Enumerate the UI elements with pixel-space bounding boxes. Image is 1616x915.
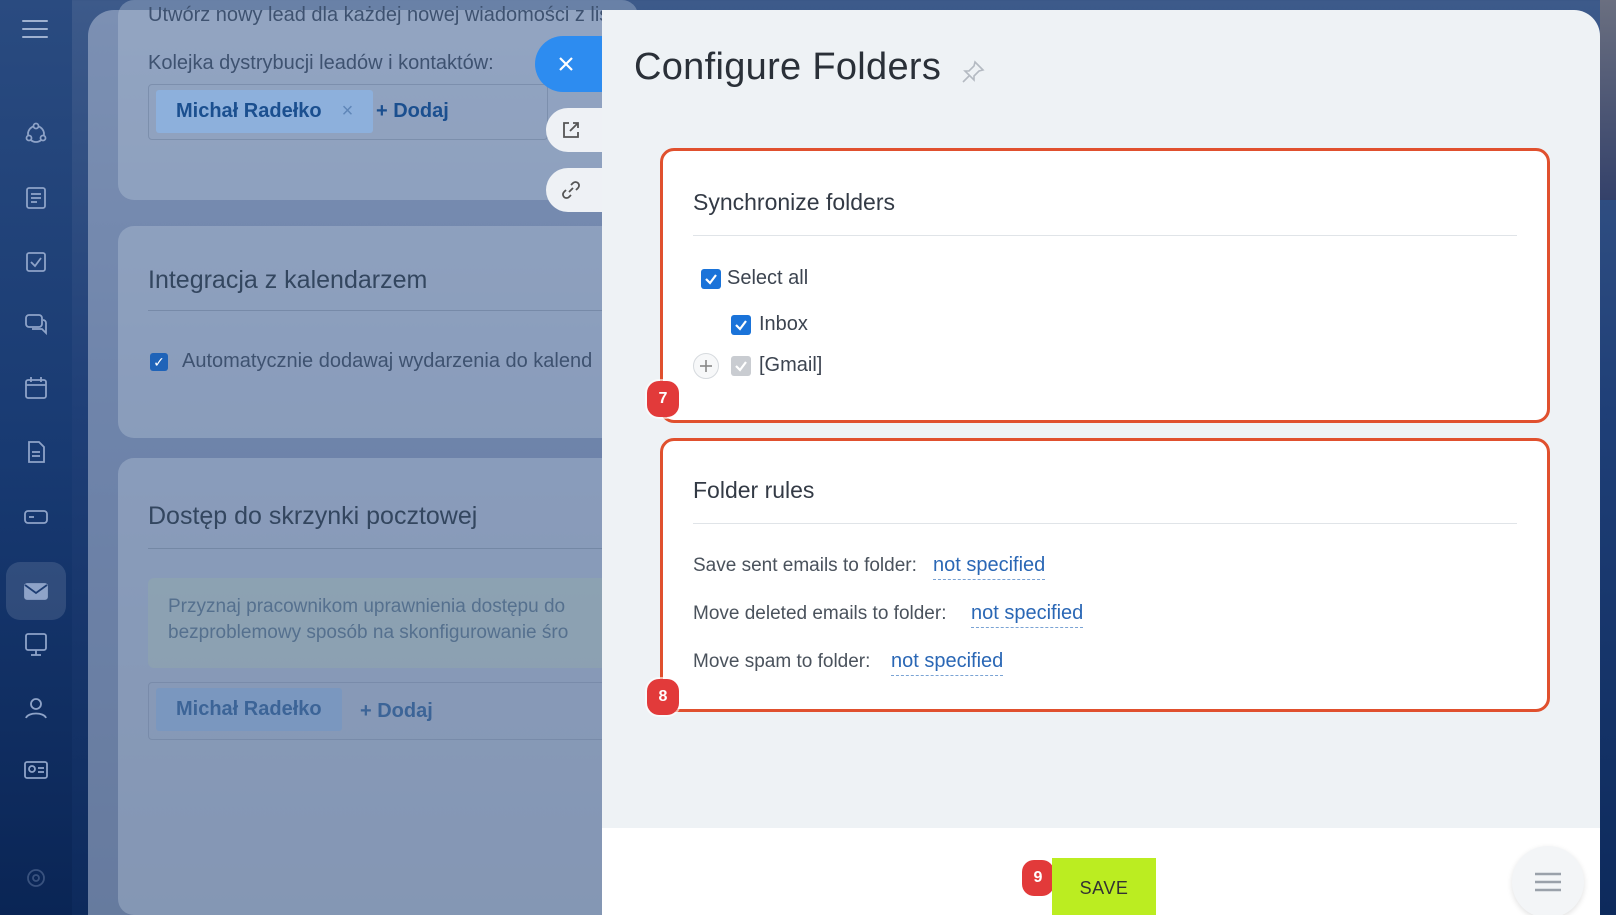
mailbox-heading: Dostęp do skrzynki pocztowej	[148, 502, 478, 530]
remove-tag-icon[interactable]: ×	[342, 100, 354, 122]
folder-rules-title: Folder rules	[693, 477, 815, 503]
calendar-checkbox[interactable]: ✓	[150, 353, 168, 371]
slider-footer: 9 SAVE	[602, 828, 1600, 915]
inbox-label: Inbox	[759, 313, 808, 335]
queue-add-link[interactable]: + Dodaj	[376, 100, 449, 123]
expand-gmail-button[interactable]	[693, 353, 719, 379]
configure-folders-slider: Configure Folders Synchronize folders Se…	[602, 10, 1600, 915]
mailbox-info-line2: bezproblemowy sposób na skonfigurowanie …	[168, 622, 569, 643]
list-menu-icon	[1535, 872, 1561, 892]
close-icon	[559, 57, 573, 71]
hamburger-icon[interactable]	[22, 20, 48, 40]
calendar-card: Integracja z kalendarzem ✓ Automatycznie…	[118, 226, 638, 438]
inbox-checkbox[interactable]	[731, 315, 751, 335]
rules-divider	[693, 523, 1517, 524]
queue-user-name: Michał Radełko	[176, 100, 322, 122]
lead-create-text: Utwórz nowy lead dla każdej nowej wiadom…	[148, 4, 610, 26]
step-badge-8: 8	[647, 679, 679, 715]
calendar-heading: Integracja z kalendarzem	[148, 266, 428, 294]
step-badge-9: 9	[1022, 860, 1054, 896]
rule-value-spam-link[interactable]: not specified	[891, 650, 1004, 676]
queue-label: Kolejka dystrybucji leadów i kontaktów:	[148, 52, 494, 74]
settings-icon[interactable]	[18, 860, 54, 896]
rule-value-deleted-link[interactable]: not specified	[971, 602, 1084, 628]
check-icon	[735, 361, 747, 372]
employees-icon[interactable]	[18, 690, 54, 726]
folder-rules-card: Folder rules Save sent emails to folder:…	[647, 438, 1550, 715]
menu-fab-button[interactable]	[1512, 846, 1584, 915]
documents-icon[interactable]	[18, 434, 54, 470]
check-icon	[705, 274, 717, 285]
calendar-divider	[148, 310, 628, 311]
pin-icon[interactable]	[960, 59, 986, 85]
queue-user-tag[interactable]: Michał Radełko ×	[156, 90, 374, 133]
mailbox-info-line1: Przyznaj pracownikom uprawnienia dostępu…	[168, 596, 566, 617]
check-icon	[735, 320, 747, 331]
rule-label-spam: Move spam to folder:	[693, 651, 871, 672]
plus-icon	[700, 360, 712, 372]
mailbox-user-tag[interactable]: Michał Radełko	[156, 688, 342, 731]
select-all-checkbox[interactable]	[701, 269, 721, 289]
link-icon	[562, 181, 580, 199]
mailbox-divider	[148, 548, 628, 549]
left-sidebar	[0, 0, 72, 915]
rule-label-sent: Save sent emails to folder:	[693, 555, 917, 576]
save-button[interactable]: SAVE	[1052, 858, 1156, 915]
mailbox-add-link[interactable]: + Dodaj	[360, 700, 433, 723]
calendar-icon[interactable]	[18, 370, 54, 406]
sync-divider	[693, 235, 1517, 236]
page-title: Configure Folders	[634, 46, 942, 88]
external-link-icon	[563, 122, 579, 138]
sites-icon[interactable]	[18, 626, 54, 662]
rule-label-deleted: Move deleted emails to folder:	[693, 603, 947, 624]
background-edge	[1600, 0, 1616, 200]
contacts-icon[interactable]	[18, 752, 54, 788]
gmail-label: [Gmail]	[759, 354, 823, 376]
rule-value-sent-link[interactable]: not specified	[933, 554, 1046, 580]
chat-icon[interactable]	[18, 306, 54, 342]
gmail-checkbox[interactable]	[731, 356, 751, 376]
calendar-checkbox-label: Automatycznie dodawaj wydarzenia do kale…	[182, 350, 593, 372]
tasks-icon[interactable]	[18, 244, 54, 280]
select-all-label: Select all	[727, 267, 809, 289]
step-badge-7: 7	[647, 381, 679, 417]
crm-icon[interactable]	[18, 116, 54, 152]
feed-icon[interactable]	[18, 180, 54, 216]
synchronize-folders-title: Synchronize folders	[693, 189, 895, 215]
mail-icon[interactable]	[6, 562, 66, 620]
drive-icon[interactable]	[18, 498, 54, 534]
synchronize-folders-card: Synchronize folders Select all Inbox [Gm…	[647, 148, 1550, 423]
